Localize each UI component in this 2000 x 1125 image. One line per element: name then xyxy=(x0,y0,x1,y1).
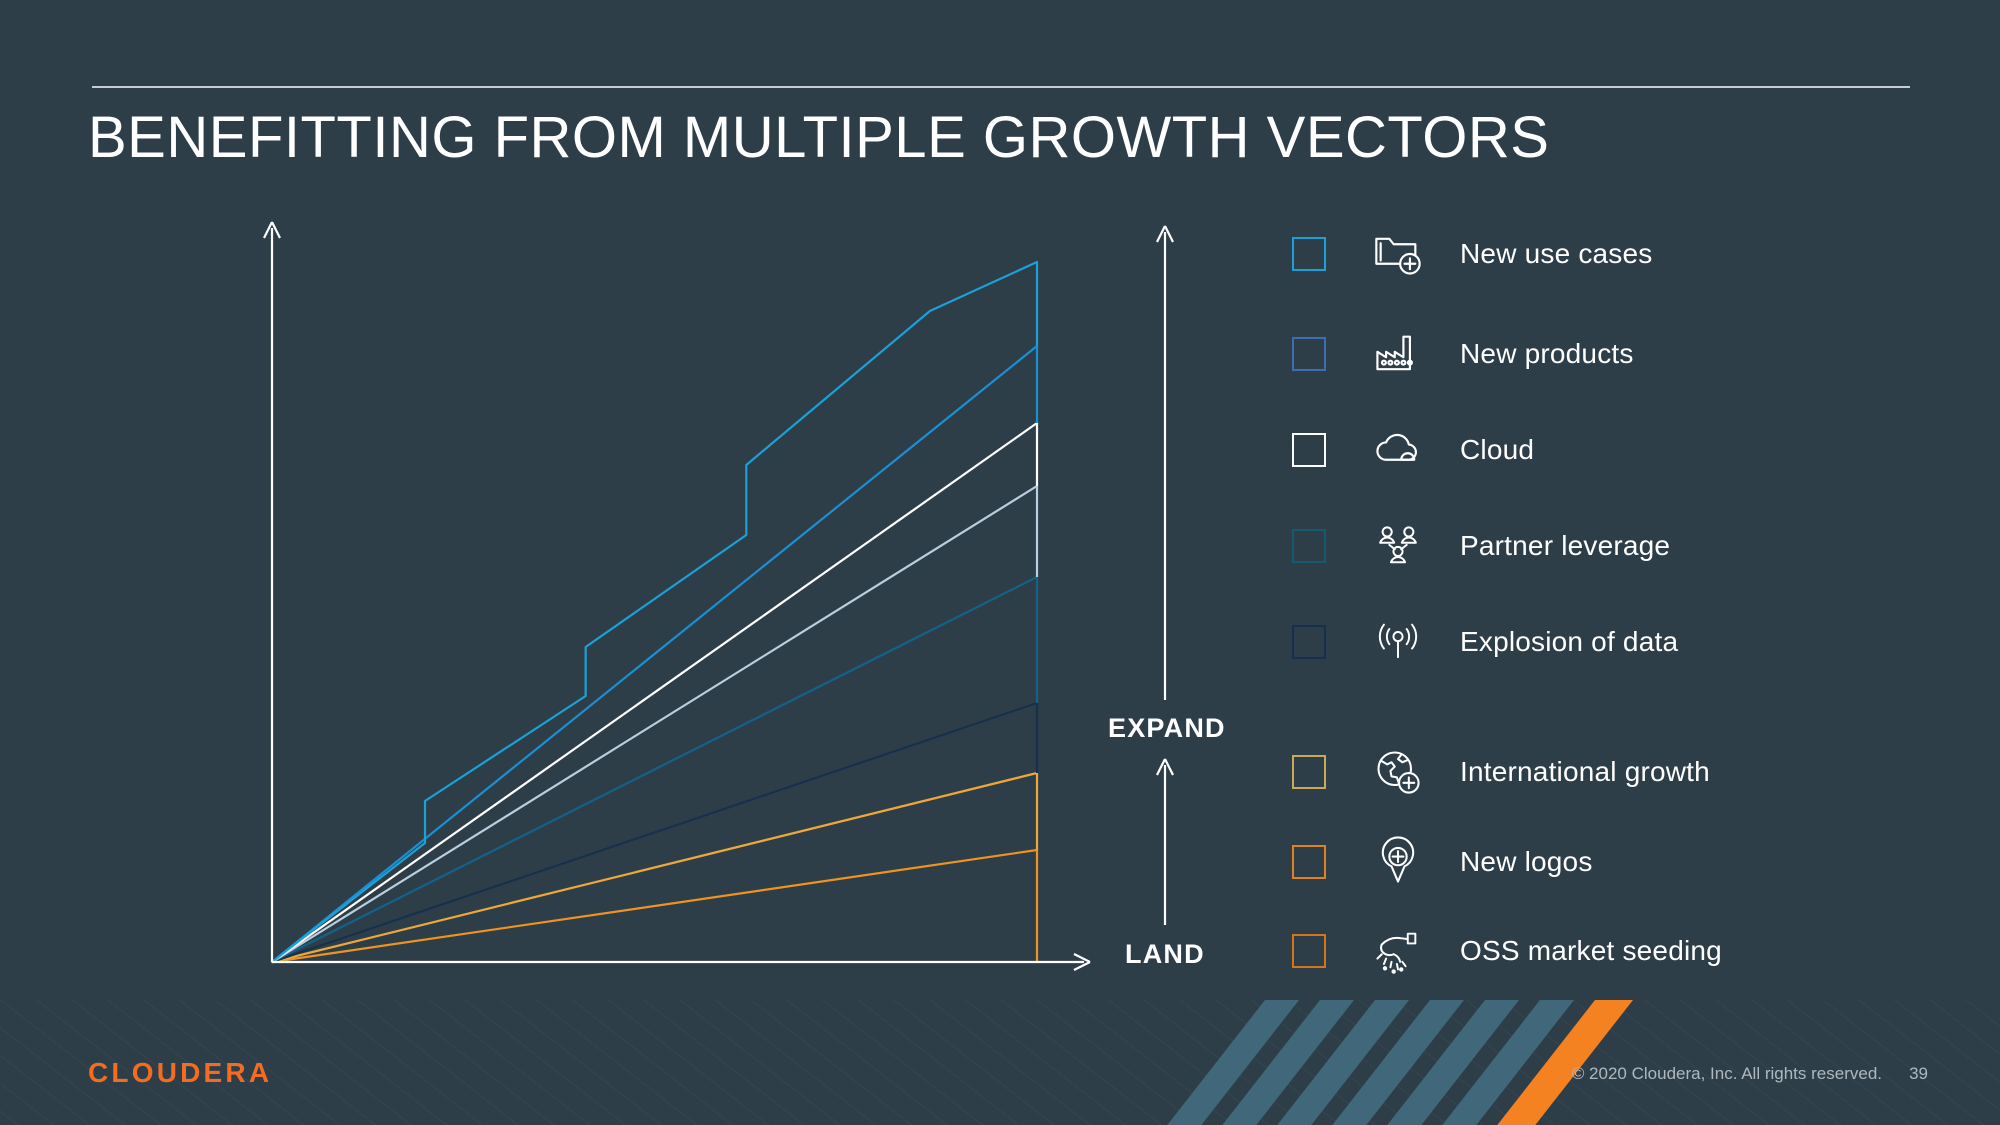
legend-item[interactable]: New use cases xyxy=(1292,228,1892,280)
legend-swatch xyxy=(1292,755,1326,789)
legend-swatch xyxy=(1292,934,1326,968)
legend-item[interactable]: International growth xyxy=(1292,746,1892,798)
legend-item-label: Explosion of data xyxy=(1460,626,1679,657)
chart-y-axis xyxy=(263,221,281,962)
legend-swatch xyxy=(1292,237,1326,271)
legend-swatch xyxy=(1292,625,1326,659)
slide-canvas: BENEFITTING FROM MULTIPLE GROWTH VECTORS… xyxy=(0,0,2000,1125)
cloudera-logo: CLOUDERA xyxy=(88,1057,273,1088)
seeding-hand-icon xyxy=(1366,925,1430,977)
partners-icon xyxy=(1366,520,1430,572)
cloud-icon xyxy=(1366,424,1430,476)
legend-item-label: New products xyxy=(1460,338,1634,369)
land-axis-label: LAND xyxy=(1125,939,1205,969)
chart-series xyxy=(270,484,1039,964)
copyright-text: © 2020 Cloudera, Inc. All rights reserve… xyxy=(1571,1064,1882,1083)
expand-axis-label: EXPAND xyxy=(1108,713,1226,743)
pin-plus-icon xyxy=(1366,836,1430,888)
footer-decoration xyxy=(0,1000,2000,1125)
legend-item-label: New logos xyxy=(1460,846,1593,877)
legend-item[interactable]: New logos xyxy=(1292,836,1892,888)
legend-swatch xyxy=(1292,529,1326,563)
chart-series xyxy=(270,344,1039,964)
page-number: 39 xyxy=(1909,1064,1928,1083)
legend-item[interactable]: Cloud xyxy=(1292,424,1892,476)
legend-item[interactable]: Partner leverage xyxy=(1292,520,1892,572)
legend-item[interactable]: OSS market seeding xyxy=(1292,925,1892,977)
chart-series xyxy=(270,575,1039,964)
legend-item-label: International growth xyxy=(1460,756,1710,787)
folder-plus-icon xyxy=(1366,228,1430,280)
globe-plus-icon xyxy=(1366,746,1430,798)
legend-item-label: New use cases xyxy=(1460,238,1653,269)
legend-item-label: OSS market seeding xyxy=(1460,935,1722,966)
chart-series xyxy=(270,421,1039,964)
legend-item-label: Cloud xyxy=(1460,434,1535,465)
land-arrow-icon xyxy=(1156,758,1174,925)
signal-icon xyxy=(1366,616,1430,668)
legend-item[interactable]: New products xyxy=(1292,328,1892,380)
legend-swatch xyxy=(1292,845,1326,879)
expand-arrow-icon xyxy=(1156,225,1174,700)
chart-series xyxy=(270,260,1039,964)
legend-item[interactable]: Explosion of data xyxy=(1292,616,1892,668)
chart-x-axis xyxy=(272,953,1091,971)
legend-swatch xyxy=(1292,337,1326,371)
legend-swatch xyxy=(1292,433,1326,467)
legend-item-label: Partner leverage xyxy=(1460,530,1671,561)
factory-icon xyxy=(1366,328,1430,380)
chart-series xyxy=(270,701,1039,964)
